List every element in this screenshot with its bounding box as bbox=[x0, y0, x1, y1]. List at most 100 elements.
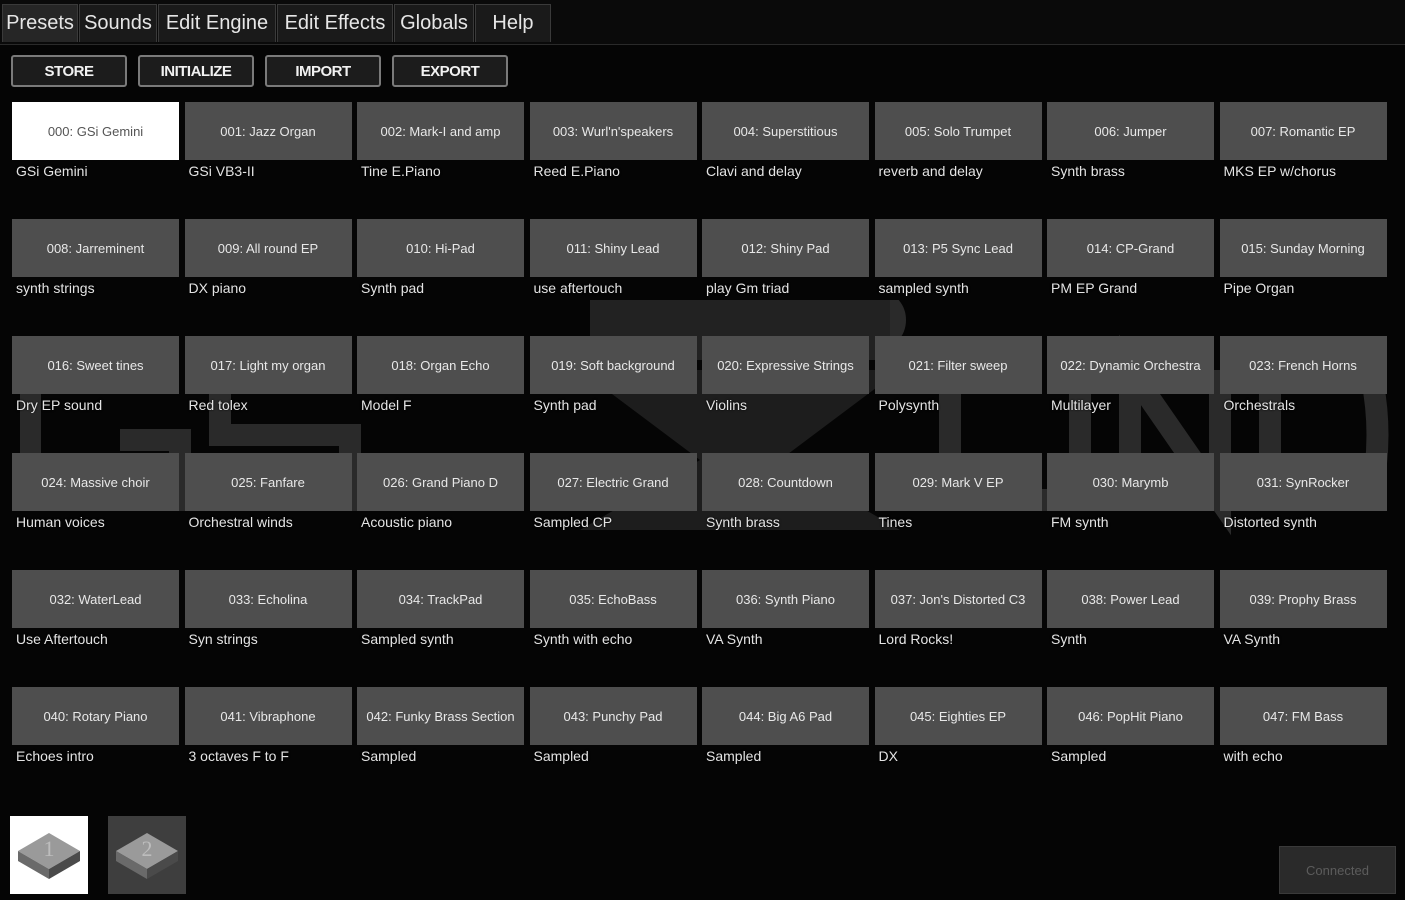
preset-cell: 041: Vibraphone 3 octaves F to F bbox=[184, 687, 352, 804]
preset-description: synth strings bbox=[16, 280, 95, 296]
store-button[interactable]: STORE bbox=[11, 55, 127, 87]
preset-cell: 038: Power Lead Synth bbox=[1047, 570, 1214, 687]
preset-description: Lord Rocks! bbox=[878, 631, 954, 647]
preset-button[interactable]: 003: Wurl'n'speakers bbox=[529, 102, 697, 160]
preset-button[interactable]: 037: Jon's Distorted C3 bbox=[874, 570, 1042, 628]
preset-description: Distorted synth bbox=[1223, 514, 1317, 530]
preset-button[interactable]: 004: Superstitious bbox=[702, 102, 869, 160]
preset-button[interactable]: 026: Grand Piano D bbox=[357, 453, 524, 511]
preset-button[interactable]: 044: Big A6 Pad bbox=[702, 687, 869, 745]
preset-cell: 035: EchoBass Synth with echo bbox=[529, 570, 697, 687]
tab-globals[interactable]: Globals bbox=[394, 4, 474, 42]
preset-description: Synth pad bbox=[361, 280, 425, 296]
preset-button[interactable]: 011: Shiny Lead bbox=[529, 219, 697, 277]
preset-description: Model F bbox=[361, 397, 412, 413]
preset-button[interactable]: 021: Filter sweep bbox=[874, 336, 1042, 394]
preset-button[interactable]: 023: French Horns bbox=[1219, 336, 1387, 394]
preset-button[interactable]: 002: Mark-I and amp bbox=[357, 102, 524, 160]
tab-help[interactable]: Help bbox=[475, 4, 551, 42]
bank-2-button[interactable]: 2 bbox=[108, 816, 186, 894]
preset-button[interactable]: 035: EchoBass bbox=[529, 570, 697, 628]
preset-button[interactable]: 034: TrackPad bbox=[357, 570, 524, 628]
preset-button[interactable]: 025: Fanfare bbox=[184, 453, 352, 511]
preset-description: Reed E.Piano bbox=[533, 163, 620, 179]
preset-description: Acoustic piano bbox=[361, 514, 453, 530]
preset-cell: 000: GSi Gemini GSi Gemini bbox=[12, 102, 179, 219]
preset-cell: 003: Wurl'n'speakers Reed E.Piano bbox=[529, 102, 697, 219]
preset-button[interactable]: 020: Expressive Strings bbox=[702, 336, 869, 394]
preset-button[interactable]: 029: Mark V EP bbox=[874, 453, 1042, 511]
preset-button[interactable]: 015: Sunday Morning bbox=[1219, 219, 1387, 277]
preset-description: Tines bbox=[878, 514, 913, 530]
preset-description: Pipe Organ bbox=[1223, 280, 1295, 296]
preset-description: FM synth bbox=[1051, 514, 1109, 530]
preset-cell: 014: CP-Grand PM EP Grand bbox=[1047, 219, 1214, 336]
preset-cell: 011: Shiny Lead use aftertouch bbox=[529, 219, 697, 336]
preset-cell: 008: Jarreminent synth strings bbox=[12, 219, 179, 336]
tab-sounds[interactable]: Sounds bbox=[79, 4, 157, 42]
preset-cell: 001: Jazz Organ GSi VB3-II bbox=[184, 102, 352, 219]
tab-edit-effects[interactable]: Edit Effects bbox=[277, 4, 393, 42]
preset-button[interactable]: 038: Power Lead bbox=[1047, 570, 1214, 628]
preset-button[interactable]: 027: Electric Grand bbox=[529, 453, 697, 511]
preset-button[interactable]: 007: Romantic EP bbox=[1219, 102, 1387, 160]
preset-cell: 019: Soft background Synth pad bbox=[529, 336, 697, 453]
preset-button[interactable]: 043: Punchy Pad bbox=[529, 687, 697, 745]
preset-button[interactable]: 047: FM Bass bbox=[1219, 687, 1387, 745]
preset-button[interactable]: 010: Hi-Pad bbox=[357, 219, 524, 277]
tab-presets[interactable]: Presets bbox=[2, 4, 78, 42]
preset-description: Clavi and delay bbox=[706, 163, 802, 179]
preset-button[interactable]: 030: Marymb bbox=[1047, 453, 1214, 511]
preset-button[interactable]: 040: Rotary Piano bbox=[12, 687, 179, 745]
preset-button[interactable]: 001: Jazz Organ bbox=[184, 102, 352, 160]
import-button[interactable]: IMPORT bbox=[265, 55, 381, 87]
preset-button[interactable]: 036: Synth Piano bbox=[702, 570, 869, 628]
preset-description: Use Aftertouch bbox=[16, 631, 108, 647]
preset-description: Sampled synth bbox=[361, 631, 454, 647]
preset-description: Sampled CP bbox=[533, 514, 613, 530]
preset-button[interactable]: 022: Dynamic Orchestra bbox=[1047, 336, 1214, 394]
connected-status-button[interactable]: Connected bbox=[1279, 846, 1396, 894]
preset-button[interactable]: 008: Jarreminent bbox=[12, 219, 179, 277]
preset-description: GSi VB3-II bbox=[188, 163, 255, 179]
preset-button[interactable]: 019: Soft background bbox=[529, 336, 697, 394]
preset-cell: 020: Expressive Strings Violins bbox=[702, 336, 869, 453]
preset-button[interactable]: 017: Light my organ bbox=[184, 336, 352, 394]
preset-description: Synth bbox=[1051, 631, 1087, 647]
preset-button[interactable]: 016: Sweet tines bbox=[12, 336, 179, 394]
preset-description: Orchestral winds bbox=[188, 514, 293, 530]
export-button[interactable]: EXPORT bbox=[392, 55, 508, 87]
preset-button[interactable]: 031: SynRocker bbox=[1219, 453, 1387, 511]
preset-cell: 005: Solo Trumpet reverb and delay bbox=[874, 102, 1042, 219]
preset-button[interactable]: 032: WaterLead bbox=[12, 570, 179, 628]
initialize-button[interactable]: INITIALIZE bbox=[138, 55, 254, 87]
preset-button[interactable]: 028: Countdown bbox=[702, 453, 869, 511]
preset-button[interactable]: 018: Organ Echo bbox=[357, 336, 524, 394]
preset-cell: 042: Funky Brass Section Sampled bbox=[357, 687, 524, 804]
preset-button[interactable]: 009: All round EP bbox=[184, 219, 352, 277]
preset-description: VA Synth bbox=[1223, 631, 1281, 647]
preset-button[interactable]: 046: PopHit Piano bbox=[1047, 687, 1214, 745]
preset-cell: 027: Electric Grand Sampled CP bbox=[529, 453, 697, 570]
preset-cell: 045: Eighties EP DX bbox=[874, 687, 1042, 804]
preset-cell: 040: Rotary Piano Echoes intro bbox=[12, 687, 179, 804]
preset-button[interactable]: 012: Shiny Pad bbox=[702, 219, 869, 277]
preset-button[interactable]: 039: Prophy Brass bbox=[1219, 570, 1387, 628]
preset-cell: 026: Grand Piano D Acoustic piano bbox=[357, 453, 524, 570]
preset-button[interactable]: 042: Funky Brass Section bbox=[357, 687, 524, 745]
preset-button[interactable]: 041: Vibraphone bbox=[184, 687, 352, 745]
preset-button[interactable]: 006: Jumper bbox=[1047, 102, 1214, 160]
preset-button[interactable]: 045: Eighties EP bbox=[874, 687, 1042, 745]
preset-button[interactable]: 014: CP-Grand bbox=[1047, 219, 1214, 277]
preset-button[interactable]: 000: GSi Gemini bbox=[12, 102, 179, 160]
preset-description: PM EP Grand bbox=[1051, 280, 1138, 296]
preset-cell: 043: Punchy Pad Sampled bbox=[529, 687, 697, 804]
preset-button[interactable]: 005: Solo Trumpet bbox=[874, 102, 1042, 160]
bank-1-button[interactable]: 1 bbox=[10, 816, 88, 894]
preset-description: GSi Gemini bbox=[16, 163, 88, 179]
preset-button[interactable]: 024: Massive choir bbox=[12, 453, 179, 511]
preset-cell: 028: Countdown Synth brass bbox=[702, 453, 869, 570]
tab-edit-engine[interactable]: Edit Engine bbox=[158, 4, 276, 42]
preset-button[interactable]: 013: P5 Sync Lead bbox=[874, 219, 1042, 277]
preset-button[interactable]: 033: Echolina bbox=[184, 570, 352, 628]
